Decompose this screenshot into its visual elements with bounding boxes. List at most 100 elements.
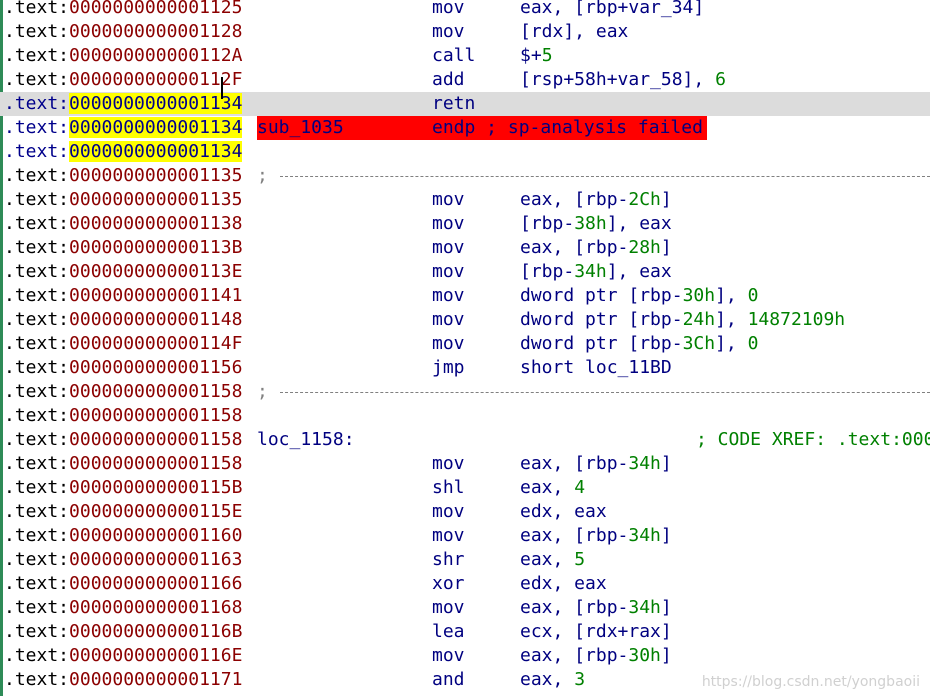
instruction-mnemonic[interactable]: mov <box>432 596 465 620</box>
address-offset[interactable]: 0000000000001135 <box>69 165 242 186</box>
instruction-operands[interactable]: eax, [rbp+var_34] <box>520 0 704 20</box>
instruction-mnemonic[interactable]: mov <box>432 260 465 284</box>
instruction-mnemonic[interactable]: xor <box>432 572 465 596</box>
address[interactable]: .text:000000000000113E <box>4 260 242 284</box>
instruction-mnemonic[interactable]: mov <box>432 524 465 548</box>
address-offset[interactable]: 0000000000001160 <box>69 525 242 546</box>
address[interactable]: .text:0000000000001158 <box>4 404 242 428</box>
instruction-operands[interactable]: [rbp-34h], eax <box>520 260 672 284</box>
address-offset[interactable]: 0000000000001171 <box>69 669 242 690</box>
instruction-operands[interactable]: eax, [rbp-30h] <box>520 644 672 668</box>
listing-row[interactable]: .text:000000000000114F mov dword ptr [rbp-… <box>0 332 930 356</box>
listing-row[interactable]: .text:0000000000001158 <box>0 404 930 428</box>
listing-row[interactable]: .text:0000000000001158 loc_1158: ; CODE XR… <box>0 428 930 452</box>
address[interactable]: .text:0000000000001158 <box>4 452 242 476</box>
instruction-mnemonic[interactable]: and <box>432 668 465 692</box>
listing-row[interactable]: .text:0000000000001128 mov [rdx], eax <box>0 20 930 44</box>
address[interactable]: .text:000000000000116E <box>4 644 242 668</box>
address-offset[interactable]: 000000000000116E <box>69 645 242 666</box>
listing-row[interactable]: .text:0000000000001166 xor edx, eax <box>0 572 930 596</box>
address[interactable]: .text:0000000000001156 <box>4 356 242 380</box>
address-offset[interactable]: 0000000000001158 <box>69 453 242 474</box>
address[interactable]: .text:0000000000001171 <box>4 668 242 692</box>
listing-row[interactable]: .text:000000000000116B lea ecx, [rdx+rax] <box>0 620 930 644</box>
function-label[interactable]: sub_1035 <box>257 116 344 140</box>
instruction-mnemonic[interactable]: mov <box>432 236 465 260</box>
address[interactable]: .text:0000000000001163 <box>4 548 242 572</box>
instruction-operands[interactable]: $+5 <box>520 44 553 68</box>
listing-row[interactable]: .text:0000000000001134 <box>0 140 930 164</box>
address[interactable]: .text:000000000000115E <box>4 500 242 524</box>
instruction-operands[interactable]: eax, [rbp-34h] <box>520 452 672 476</box>
address-offset[interactable]: 000000000000115E <box>69 501 242 522</box>
address[interactable]: .text:0000000000001135 <box>4 164 242 188</box>
address[interactable]: .text:000000000000112F <box>4 68 242 92</box>
listing-row[interactable]: .text:0000000000001148 mov dword ptr [rbp-… <box>0 308 930 332</box>
listing-row[interactable]: .text:000000000000113B mov eax, [rbp-28h] <box>0 236 930 260</box>
address-offset[interactable]: 0000000000001148 <box>69 309 242 330</box>
instruction-operands[interactable]: edx, eax <box>520 572 607 596</box>
address-offset[interactable]: 000000000000116B <box>69 621 242 642</box>
listing-row[interactable]: .text:0000000000001163 shr eax, 5 <box>0 548 930 572</box>
disassembly-listing[interactable]: .text:0000000000001125 mov eax, [rbp+var_3… <box>0 0 930 696</box>
instruction-operands[interactable]: [rbp-38h], eax <box>520 212 672 236</box>
instruction-mnemonic[interactable]: mov <box>432 20 465 44</box>
address-offset[interactable]: 0000000000001166 <box>69 573 242 594</box>
instruction-mnemonic[interactable]: mov <box>432 332 465 356</box>
listing-row[interactable]: .text:000000000000116E mov eax, [rbp-30h] <box>0 644 930 668</box>
instruction-mnemonic[interactable]: call <box>432 44 475 68</box>
instruction-mnemonic[interactable]: mov <box>432 452 465 476</box>
instruction-operands[interactable]: eax, 5 <box>520 548 585 572</box>
instruction-operands[interactable]: [rsp+58h+var_58], 6 <box>520 68 726 92</box>
address-offset[interactable]: 0000000000001168 <box>69 597 242 618</box>
listing-row[interactable]: .text:0000000000001160 mov eax, [rbp-34h] <box>0 524 930 548</box>
instruction-mnemonic[interactable]: jmp <box>432 356 465 380</box>
listing-row[interactable]: .text:0000000000001135 mov eax, [rbp-2Ch] <box>0 188 930 212</box>
address-offset[interactable]: 0000000000001134 <box>69 141 243 162</box>
address-offset[interactable]: 000000000000113E <box>69 261 242 282</box>
listing-row[interactable]: .text:000000000000113E mov [rbp-34h], eax <box>0 260 930 284</box>
address-offset[interactable]: 0000000000001158 <box>69 405 242 426</box>
address-offset[interactable]: 0000000000001134 <box>69 117 243 138</box>
listing-row[interactable]: .text:0000000000001135; <box>0 164 930 188</box>
instruction-mnemonic[interactable]: retn <box>432 92 475 116</box>
address[interactable]: .text:0000000000001135 <box>4 188 242 212</box>
listing-row[interactable]: .text:0000000000001158 mov eax, [rbp-34h] <box>0 452 930 476</box>
address-offset[interactable]: 0000000000001125 <box>69 0 242 18</box>
instruction-mnemonic[interactable]: mov <box>432 500 465 524</box>
listing-row[interactable]: .text:0000000000001134 retn <box>0 92 930 116</box>
address[interactable]: .text:0000000000001134 <box>4 140 243 164</box>
address-offset[interactable]: 0000000000001158 <box>69 381 242 402</box>
instruction-mnemonic[interactable]: shl <box>432 476 465 500</box>
listing-row[interactable]: .text:0000000000001168 mov eax, [rbp-34h] <box>0 596 930 620</box>
address-offset[interactable]: 0000000000001156 <box>69 357 242 378</box>
address[interactable]: .text:0000000000001166 <box>4 572 242 596</box>
address[interactable]: .text:0000000000001148 <box>4 308 242 332</box>
address[interactable]: .text:0000000000001128 <box>4 20 242 44</box>
address[interactable]: .text:0000000000001125 <box>4 0 242 20</box>
listing-row[interactable]: .text:000000000000112A call $+5 <box>0 44 930 68</box>
address[interactable]: .text:000000000000114F <box>4 332 242 356</box>
instruction-operands[interactable]: eax, [rbp-34h] <box>520 524 672 548</box>
instruction-mnemonic[interactable]: mov <box>432 308 465 332</box>
instruction-mnemonic[interactable]: mov <box>432 0 465 20</box>
address-offset[interactable]: 0000000000001134 <box>69 93 243 114</box>
address[interactable]: .text:000000000000116B <box>4 620 242 644</box>
instruction-mnemonic[interactable]: shr <box>432 548 465 572</box>
instruction-operands[interactable]: short loc_11BD <box>520 356 672 380</box>
instruction-mnemonic[interactable]: add <box>432 68 465 92</box>
address[interactable]: .text:0000000000001168 <box>4 596 242 620</box>
address-offset[interactable]: 000000000000114F <box>69 333 242 354</box>
instruction-operands[interactable]: ecx, [rdx+rax] <box>520 620 672 644</box>
address-offset[interactable]: 0000000000001163 <box>69 549 242 570</box>
address[interactable]: .text:0000000000001134 <box>4 92 243 116</box>
address-offset[interactable]: 0000000000001138 <box>69 213 242 234</box>
instruction-operands[interactable]: eax, 3 <box>520 668 585 692</box>
instruction-operands[interactable]: dword ptr [rbp-24h], 14872109h <box>520 308 845 332</box>
listing-row[interactable]: .text:0000000000001134 sub_1035 endp ; sp-… <box>0 116 930 140</box>
listing-row[interactable]: .text:0000000000001125 mov eax, [rbp+var_3… <box>0 0 930 20</box>
address-offset[interactable]: 0000000000001128 <box>69 21 242 42</box>
address[interactable]: .text:000000000000113B <box>4 236 242 260</box>
instruction-mnemonic[interactable]: mov <box>432 212 465 236</box>
address-offset[interactable]: 000000000000112A <box>69 45 242 66</box>
